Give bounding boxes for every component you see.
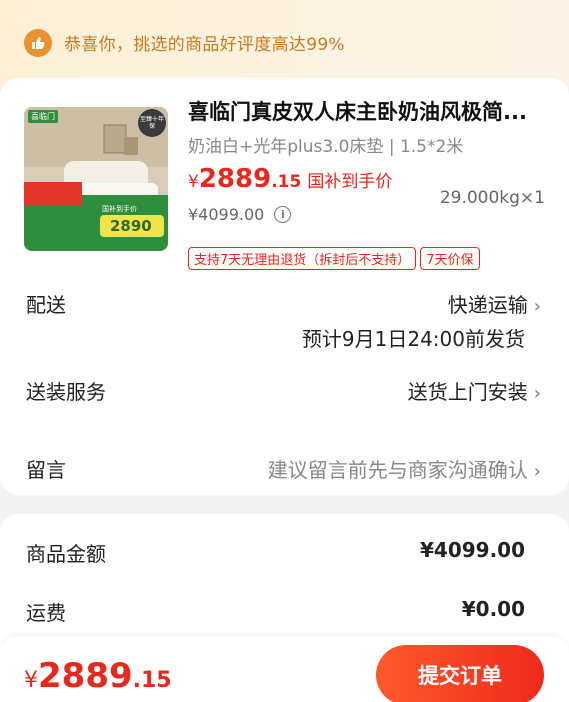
message-placeholder: 建议留言前先与商家沟通确认: [267, 458, 528, 482]
return-policy-tag: 支持7天无理由退货（拆封后不支持）: [188, 247, 417, 270]
freight-label: 运费: [26, 601, 66, 625]
goods-amount-value: ¥4099.00: [419, 538, 525, 562]
thumb-promo-price: 2890: [110, 217, 152, 235]
product-weight-qty: 29.000kg×1: [439, 188, 545, 208]
product-spec[interactable]: 奶油白+光年plus3.0床垫 | 1.5*2米: [188, 132, 463, 157]
message-input-row[interactable]: 建议留言前先与商家沟通确认 ›: [268, 454, 541, 483]
price-integer: 2889: [198, 164, 272, 194]
shipping-eta: 预计9月1日24:00前发货: [301, 327, 525, 351]
submit-order-button[interactable]: 提交订单: [376, 645, 544, 702]
total-price: ¥2889.15: [24, 656, 172, 696]
goods-amount-label: 商品金额: [26, 542, 106, 566]
total-currency: ¥: [24, 668, 38, 693]
service-tags: 支持7天无理由退货（拆封后不支持） 7天价保: [188, 247, 480, 270]
shipping-method: 快递运输: [447, 293, 528, 317]
chevron-right-icon: ›: [533, 383, 541, 404]
total-integer: 2889: [38, 656, 133, 696]
info-icon[interactable]: i: [274, 206, 292, 223]
praise-banner: 恭喜你，挑选的商品好评度高达99%: [0, 0, 569, 86]
install-label: 送装服务: [26, 380, 106, 404]
total-decimal: .15: [132, 668, 172, 693]
original-price-value: ¥4099.00: [188, 205, 265, 224]
price-currency: ¥: [188, 172, 199, 192]
freight-value: ¥0.00: [461, 597, 525, 621]
message-label: 留言: [26, 458, 66, 482]
price-label: 国补到手价: [307, 172, 393, 192]
shipping-label: 配送: [26, 293, 66, 317]
chevron-right-icon: ›: [533, 461, 541, 482]
product-price: ¥2889.15 国补到手价: [188, 164, 392, 194]
install-service-row[interactable]: 送货上门安装 ›: [408, 376, 541, 405]
price-protection-tag: 7天价保: [420, 247, 480, 270]
shipping-method-row[interactable]: 快递运输 ›: [448, 289, 541, 318]
price-decimal: .15: [271, 172, 302, 192]
original-price: ¥4099.00 i: [188, 205, 292, 224]
thumb-brand: 喜临门: [28, 110, 58, 123]
product-thumbnail[interactable]: 喜临门 至臻十年保 国补到手价 2890: [24, 107, 168, 251]
thumb-promo: 国补到手价: [102, 205, 137, 213]
product-title[interactable]: 喜临门真皮双人床主卧奶油风极简...: [188, 96, 548, 126]
thumb-badge: 至臻十年保: [140, 116, 165, 130]
banner-text: 恭喜你，挑选的商品好评度高达99%: [64, 35, 345, 55]
chevron-right-icon: ›: [533, 296, 541, 317]
thumbs-up-icon: [24, 29, 52, 57]
install-value: 送货上门安装: [407, 380, 528, 404]
